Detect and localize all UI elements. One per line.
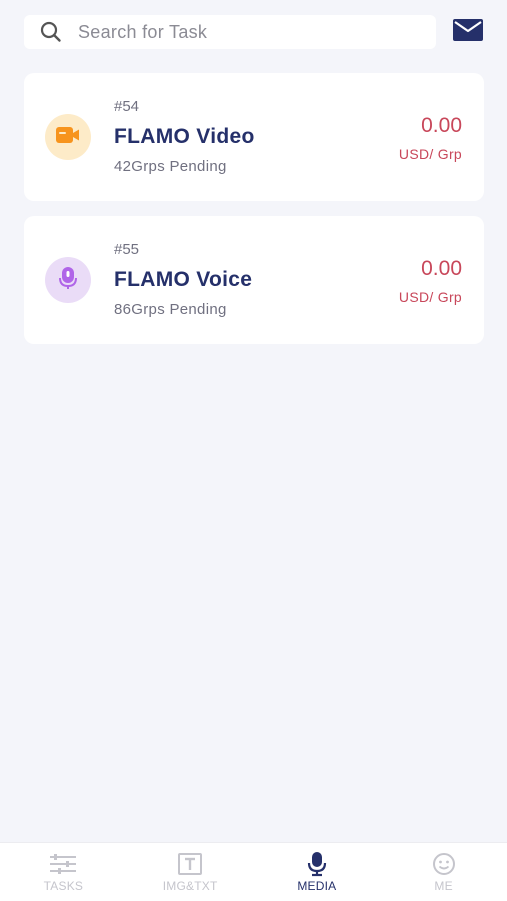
tab-label: TASKS bbox=[43, 879, 84, 893]
tab-media[interactable]: MEDIA bbox=[254, 843, 381, 901]
search-icon bbox=[40, 21, 62, 43]
bottom-tab-bar: TASKS IMG&TXT MEDIA ME bbox=[0, 842, 507, 901]
tab-label: ME bbox=[434, 879, 453, 893]
tab-me[interactable]: ME bbox=[380, 843, 507, 901]
sliders-icon bbox=[48, 851, 78, 877]
video-icon bbox=[55, 125, 81, 150]
task-number: #55 bbox=[114, 241, 140, 258]
tab-img-txt[interactable]: IMG&TXT bbox=[127, 843, 254, 901]
task-price-unit: USD/ Grp bbox=[398, 146, 462, 162]
microphone-icon bbox=[58, 266, 78, 295]
task-name: FLAMO Video bbox=[114, 125, 255, 148]
search-input[interactable] bbox=[78, 21, 398, 43]
task-name: FLAMO Voice bbox=[114, 268, 253, 291]
task-pending-count: 42Grps Pending bbox=[114, 158, 227, 175]
mail-button[interactable] bbox=[452, 18, 484, 46]
search-bar[interactable] bbox=[24, 15, 436, 49]
video-icon-badge bbox=[45, 114, 91, 160]
mail-icon bbox=[453, 18, 483, 46]
task-card[interactable]: #54 FLAMO Video 42Grps Pending 0.00 USD/… bbox=[24, 73, 484, 201]
task-card[interactable]: #55 FLAMO Voice 86Grps Pending 0.00 USD/… bbox=[24, 216, 484, 344]
task-number: #54 bbox=[114, 98, 140, 115]
task-pending-count: 86Grps Pending bbox=[114, 301, 227, 318]
microphone-icon bbox=[302, 851, 332, 877]
task-price-unit: USD/ Grp bbox=[398, 289, 462, 305]
smiley-icon bbox=[429, 851, 459, 877]
task-price: 0.00 bbox=[421, 114, 462, 137]
tab-label: MEDIA bbox=[297, 879, 337, 893]
tab-label: IMG&TXT bbox=[162, 879, 218, 893]
tab-tasks[interactable]: TASKS bbox=[0, 843, 127, 901]
text-box-icon bbox=[175, 851, 205, 877]
microphone-icon-badge bbox=[45, 257, 91, 303]
task-price: 0.00 bbox=[421, 257, 462, 280]
